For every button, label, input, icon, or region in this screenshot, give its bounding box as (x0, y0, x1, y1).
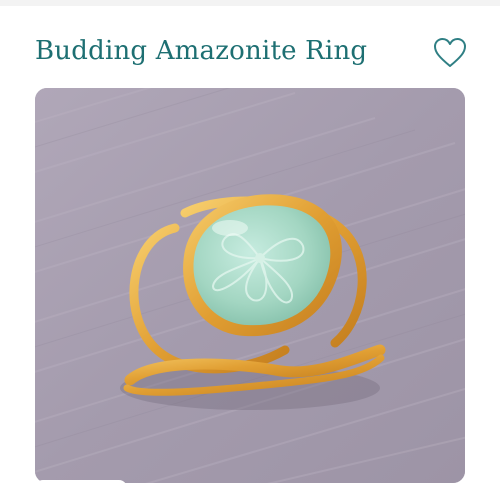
product-page: Budding Amazonite Ring (0, 0, 500, 495)
image-caption-tab (35, 480, 127, 495)
ring-photo (35, 88, 465, 483)
product-image[interactable] (35, 88, 465, 483)
heart-outline-icon (434, 38, 466, 67)
top-divider (0, 0, 500, 6)
wishlist-button[interactable] (433, 37, 467, 69)
product-title: Budding Amazonite Ring (35, 36, 368, 66)
